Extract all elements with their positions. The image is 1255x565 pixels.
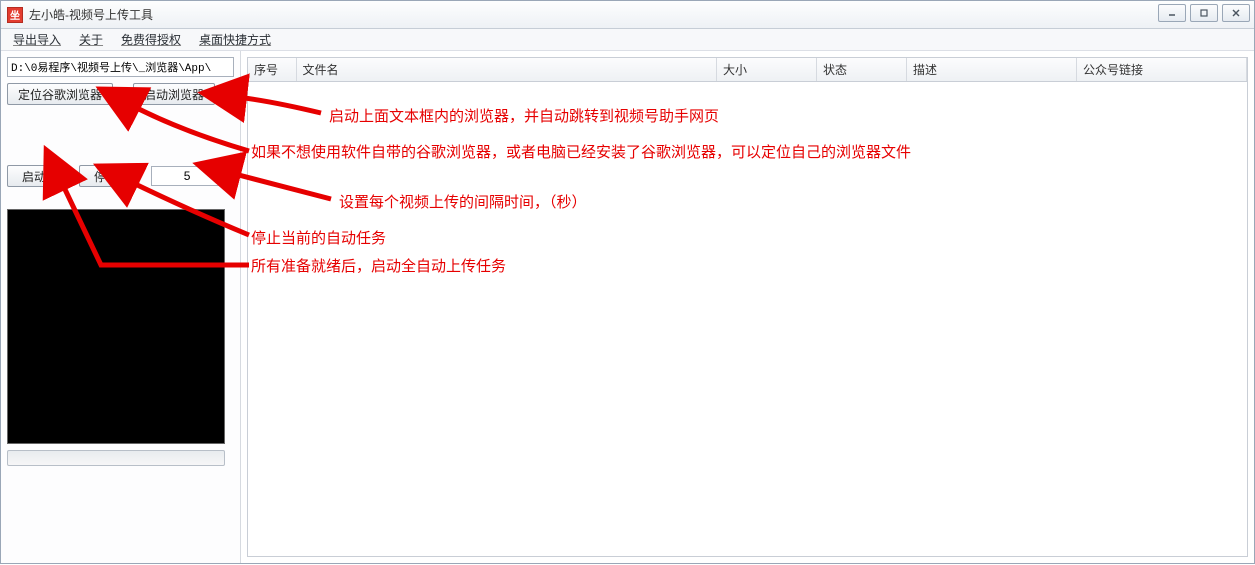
menu-desktop-shortcut[interactable]: 桌面快捷方式	[191, 29, 279, 50]
app-icon: 坐	[7, 7, 23, 23]
window-controls	[1158, 4, 1250, 22]
titlebar: 坐 左小皓-视频号上传工具	[1, 1, 1254, 29]
right-panel: 序号 文件名 大小 状态 描述 公众号链接	[241, 51, 1254, 563]
col-status[interactable]: 状态	[817, 58, 907, 82]
progress-bar	[7, 450, 225, 466]
content-area: 定位谷歌浏览器 启动浏览器 启动 停止 序号	[1, 51, 1254, 563]
maximize-icon	[1199, 8, 1209, 18]
video-preview	[7, 209, 225, 444]
col-size[interactable]: 大小	[717, 58, 817, 82]
menu-free-auth[interactable]: 免费得授权	[113, 29, 189, 50]
locate-browser-button[interactable]: 定位谷歌浏览器	[7, 83, 113, 105]
stop-button[interactable]: 停止	[79, 165, 133, 187]
file-table: 序号 文件名 大小 状态 描述 公众号链接	[247, 57, 1248, 557]
left-panel: 定位谷歌浏览器 启动浏览器 启动 停止	[1, 51, 241, 563]
col-link[interactable]: 公众号链接	[1077, 58, 1247, 82]
start-button[interactable]: 启动	[7, 165, 61, 187]
maximize-button[interactable]	[1190, 4, 1218, 22]
browser-path-input[interactable]	[7, 57, 234, 77]
app-window: 坐 左小皓-视频号上传工具 导出导入 关于 免费得授权 桌面快捷方式 定位谷歌浏…	[0, 0, 1255, 564]
interval-input[interactable]	[151, 166, 223, 186]
col-desc[interactable]: 描述	[907, 58, 1077, 82]
col-index[interactable]: 序号	[248, 58, 296, 82]
minimize-icon	[1167, 8, 1177, 18]
menu-about[interactable]: 关于	[71, 29, 111, 50]
launch-browser-button[interactable]: 启动浏览器	[133, 83, 215, 105]
close-button[interactable]	[1222, 4, 1250, 22]
window-title: 左小皓-视频号上传工具	[29, 6, 153, 23]
close-icon	[1231, 8, 1241, 18]
menu-export-import[interactable]: 导出导入	[5, 29, 69, 50]
table-header-row: 序号 文件名 大小 状态 描述 公众号链接	[248, 58, 1247, 82]
minimize-button[interactable]	[1158, 4, 1186, 22]
menubar: 导出导入 关于 免费得授权 桌面快捷方式	[1, 29, 1254, 51]
col-filename[interactable]: 文件名	[296, 58, 717, 82]
